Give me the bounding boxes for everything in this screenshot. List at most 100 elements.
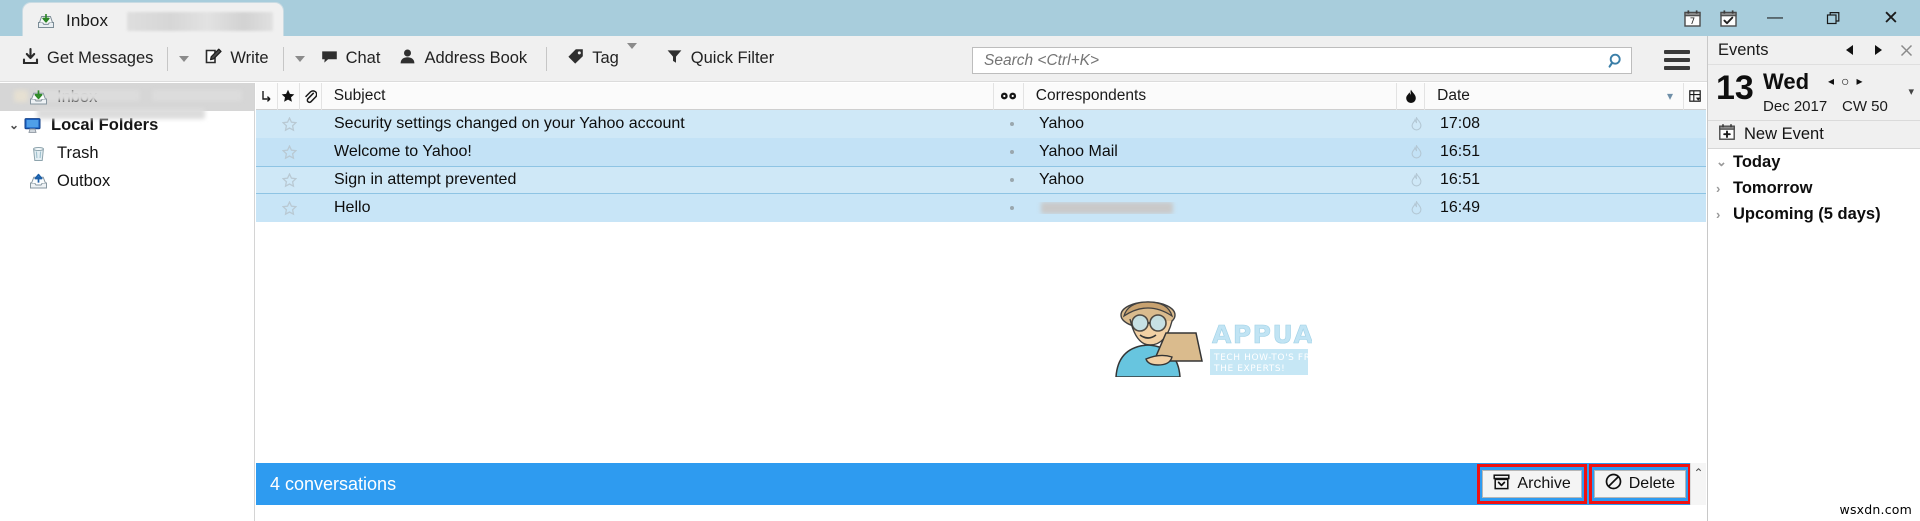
column-unread[interactable] <box>994 82 1024 110</box>
sort-indicator-icon: ▾ <box>1667 88 1674 103</box>
row-subject: Sign in attempt prevented <box>334 171 517 188</box>
row-date: 16:51 <box>1440 171 1481 188</box>
search-icon[interactable] <box>1601 52 1631 69</box>
new-event-calendar-icon <box>1718 123 1736 146</box>
events-group-tomorrow[interactable]: › Tomorrow <box>1708 175 1920 201</box>
write-icon <box>204 47 223 71</box>
row-date: 16:49 <box>1440 199 1481 216</box>
row-subject: Security settings changed on your Yahoo … <box>334 115 685 132</box>
row-date: 17:08 <box>1440 115 1481 132</box>
inbox-folder-icon <box>28 88 49 107</box>
table-row[interactable]: Security settings changed on your Yahoo … <box>256 110 1706 138</box>
table-row[interactable]: Welcome to Yahoo! Yahoo Mail 16:51 <box>256 138 1706 166</box>
tab-inbox[interactable]: Inbox <box>22 2 284 38</box>
column-junk[interactable] <box>1397 82 1426 110</box>
tab-label: Inbox <box>66 10 109 30</box>
correspondent-redacted <box>1041 202 1173 214</box>
svg-text:7: 7 <box>1689 17 1694 27</box>
table-row[interactable]: Sign in attempt prevented Yahoo 16:51 <box>256 166 1706 194</box>
mini-next-icon[interactable]: ▸ <box>1857 74 1863 88</box>
events-title: Events <box>1718 40 1769 59</box>
delete-highlight-box <box>1588 464 1691 504</box>
chevron-down-icon[interactable]: ▾ <box>1908 85 1914 98</box>
events-nav <box>1836 36 1920 64</box>
table-row[interactable]: Hello 16:49 <box>256 194 1706 222</box>
row-unread-dot[interactable] <box>997 178 1027 182</box>
events-group-upcoming[interactable]: › Upcoming (5 days) <box>1708 201 1920 227</box>
hamburger-menu-icon[interactable] <box>1664 50 1690 70</box>
row-junk-icon[interactable] <box>1402 173 1430 187</box>
column-date[interactable]: Date ▾ <box>1425 82 1685 110</box>
column-picker-icon[interactable] <box>1684 83 1706 110</box>
address-book-label: Address Book <box>424 49 528 67</box>
minimize-button[interactable]: — <box>1746 0 1804 36</box>
column-correspondents[interactable]: Correspondents <box>1024 82 1398 110</box>
tag-button[interactable]: Tag <box>557 42 646 76</box>
chat-label: Chat <box>345 49 381 67</box>
tab-redacted-account <box>127 12 273 31</box>
row-correspondent <box>1027 202 1402 214</box>
row-junk-icon[interactable] <box>1402 201 1430 215</box>
row-correspondent: Yahoo <box>1039 115 1085 132</box>
appuals-watermark: APPUALS TECH HOW-TO'S FROM THE EXPERTS! <box>1096 299 1350 378</box>
outbox-icon <box>28 172 49 191</box>
svg-text:APPUALS: APPUALS <box>1212 320 1312 349</box>
row-star-icon[interactable] <box>278 116 300 132</box>
message-list-header: Subject Correspondents Date ▾ <box>256 82 1706 110</box>
mini-today-icon[interactable]: ○ <box>1841 73 1849 89</box>
search-box[interactable] <box>972 47 1632 74</box>
address-book-button[interactable]: Address Book <box>389 42 536 76</box>
inbox-icon <box>36 11 56 31</box>
mini-prev-icon[interactable]: ◂ <box>1828 74 1834 88</box>
chat-button[interactable]: Chat <box>311 42 390 76</box>
address-book-icon <box>398 47 417 71</box>
month-year: Dec 2017 <box>1763 98 1828 115</box>
events-date-header: 13 Wed Dec 2017 CW 50 ◂ ○ ▸ ▾ <box>1708 65 1920 121</box>
events-mini-nav: ◂ ○ ▸ <box>1828 73 1863 89</box>
events-group-today[interactable]: ⌄ Today <box>1708 149 1920 175</box>
close-icon[interactable] <box>1892 36 1920 64</box>
column-star[interactable] <box>278 82 300 110</box>
row-star-icon[interactable] <box>278 144 300 160</box>
quick-filter-button[interactable]: Quick Filter <box>656 42 783 76</box>
row-star-icon[interactable] <box>278 172 300 188</box>
write-button[interactable]: Write <box>195 42 277 76</box>
tasks-icon[interactable] <box>1710 3 1746 33</box>
write-dropdown[interactable] <box>289 42 311 76</box>
maximize-button[interactable] <box>1804 0 1862 36</box>
row-unread-dot[interactable] <box>997 122 1027 126</box>
events-header: Events <box>1708 36 1920 65</box>
chevron-right-icon[interactable]: › <box>1716 181 1733 196</box>
calendar-icon[interactable]: 7 <box>1674 3 1710 33</box>
column-attachment[interactable] <box>300 82 322 110</box>
prev-triangle-icon[interactable] <box>1836 36 1864 64</box>
tag-dropdown-icon[interactable] <box>626 43 637 68</box>
column-thread[interactable] <box>256 82 278 110</box>
events-group-label: Tomorrow <box>1733 178 1813 197</box>
close-button[interactable]: ✕ <box>1862 0 1920 36</box>
column-subject[interactable]: Subject <box>322 82 994 110</box>
sidebar-item-trash[interactable]: Trash <box>0 139 254 167</box>
get-messages-dropdown[interactable] <box>173 42 195 76</box>
search-input[interactable] <box>973 51 1601 70</box>
scroll-up-arrow-icon[interactable]: ⌃ <box>1693 466 1703 480</box>
sidebar-item-outbox[interactable]: Outbox <box>0 167 254 195</box>
row-unread-dot[interactable] <box>997 206 1027 210</box>
chevron-right-icon[interactable]: › <box>1716 207 1733 222</box>
next-triangle-icon[interactable] <box>1864 36 1892 64</box>
row-junk-icon[interactable] <box>1402 145 1430 159</box>
row-junk-icon[interactable] <box>1402 117 1430 131</box>
sidebar-item-label: Trash <box>57 143 99 162</box>
footer-watermark: wsxdn.com <box>1839 502 1912 517</box>
chevron-down-icon[interactable]: ⌄ <box>1716 154 1733 170</box>
row-unread-dot[interactable] <box>997 150 1027 154</box>
new-event-button[interactable]: New Event <box>1708 121 1920 149</box>
row-subject: Hello <box>334 199 371 216</box>
title-bar-buttons: 7 — ✕ <box>1674 0 1920 36</box>
trash-icon <box>28 144 49 163</box>
get-messages-button[interactable]: Get Messages <box>12 42 162 76</box>
row-correspondent: Yahoo Mail <box>1039 143 1118 160</box>
tag-label: Tag <box>592 49 619 67</box>
calendar-week: CW 50 <box>1842 98 1888 115</box>
row-star-icon[interactable] <box>278 200 300 216</box>
